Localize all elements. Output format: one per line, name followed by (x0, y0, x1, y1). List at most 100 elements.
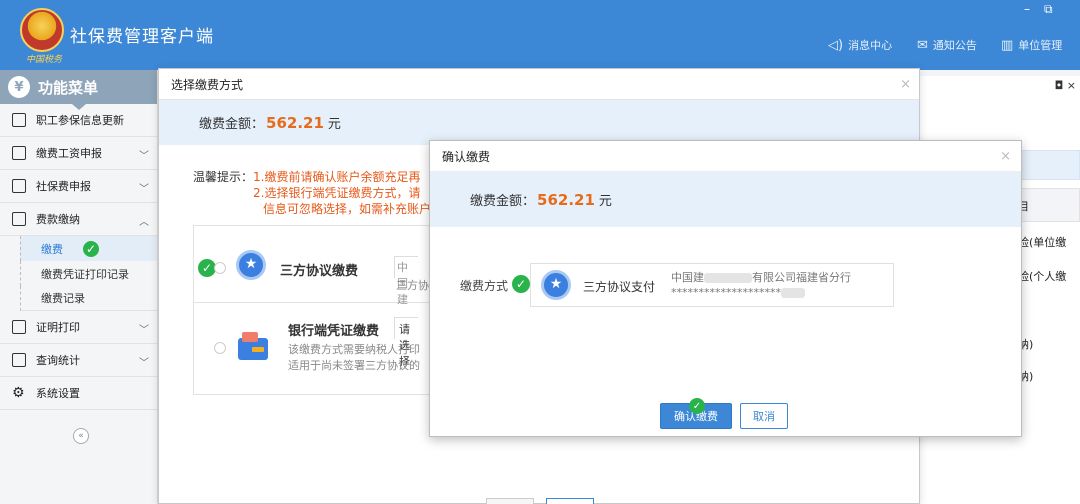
dialog-header: 选择缴费方式 × (159, 69, 919, 100)
restore-button[interactable]: ⧉ (1044, 2, 1053, 17)
table-cell: 险(个人缴 (1018, 270, 1067, 283)
list-icon (12, 113, 26, 127)
sidebar-item-label: 缴费工资申报 (36, 147, 102, 160)
sidebar-item-wage-declaration[interactable]: 缴费工资申报 ﹀ (0, 137, 157, 170)
bank-card-icon (238, 332, 268, 360)
tips-label: 温馨提示： (193, 170, 254, 184)
tip-line: 信息可忽略选择，如需补充账户 (263, 202, 432, 216)
amount-unit: 元 (598, 194, 612, 209)
subitem-label: 缴费凭证打印记录 (41, 267, 129, 281)
sidebar-item-label: 费款缴纳 (36, 213, 80, 226)
dialog-title: 选择缴费方式 (171, 77, 244, 92)
sidebar-item-certificate-print[interactable]: 证明打印 ﹀ (0, 311, 157, 344)
sidebar-item-payment[interactable]: 费款缴纳 ︿ (0, 203, 157, 236)
sidebar-item-label: 查询统计 (36, 354, 80, 367)
amount-value: 562.21 (266, 113, 324, 132)
check-icon: ✓ (83, 240, 99, 257)
confirm-payment-dialog: 确认缴费 × 缴费金额： 562.21 元 缴费方式 ✓ 三方协议支付 中国建 有… (429, 140, 1022, 437)
amount-bar: 缴费金额： 562.21 元 (430, 172, 1021, 227)
close-icon[interactable]: × (900, 77, 911, 92)
medal-icon (541, 270, 571, 300)
sidebar-item-label: 社保费申报 (36, 180, 91, 193)
subitem-label: 缴费记录 (41, 292, 85, 305)
bank-name-prefix: 中国建 (671, 271, 704, 284)
chevron-up-icon: ︿ (139, 217, 149, 228)
payment-method-card: 三方协议支付 中国建 有限公司福建省分行 ******************** (530, 263, 894, 307)
amount-unit: 元 (327, 117, 341, 132)
check-icon: ✓ (689, 398, 705, 414)
page-controls[interactable]: ◘ × (1055, 79, 1076, 92)
sidebar-subitem-pay[interactable]: 缴费 ✓ (20, 236, 157, 261)
dialog-footer-button[interactable] (546, 498, 594, 504)
redacted-text (704, 273, 752, 283)
option-name: 三方协议缴费 (280, 264, 359, 279)
amount-label: 缴费金额： (199, 117, 265, 132)
nav-label: 通知公告 (932, 39, 977, 52)
app-title: 社保费管理客户端 (70, 27, 214, 47)
save-icon (12, 212, 26, 226)
table-cell: 险(单位缴 (1018, 236, 1067, 249)
radio-selected[interactable] (214, 262, 226, 274)
edit-icon (12, 146, 26, 160)
check-icon: ✓ (512, 275, 530, 293)
nav-label: 单位管理 (1018, 39, 1063, 52)
redacted-text (781, 288, 805, 298)
speaker-icon: ◁) (828, 37, 844, 53)
bank-select[interactable]: 请选择 (394, 317, 418, 368)
tip-line: 2.选择银行端凭证缴费方式，请 (253, 186, 421, 200)
medal-icon (236, 250, 266, 280)
logo-caption: 中国税务 (26, 55, 63, 65)
sidebar-item-system-settings[interactable]: ⚙ 系统设置 (0, 377, 157, 410)
warm-tips: 温馨提示：1.缴费前请确认账户余额充足再 2.选择银行端凭证缴费方式，请 信息可… (193, 169, 431, 217)
app-header: 中国税务 社保费管理客户端 – ⧉ ◁) 消息中心 ✉ 通知公告 ▥ 单位管理 (0, 0, 1080, 70)
bank-info: 中国建 有限公司福建省分行 ******************** (671, 270, 851, 300)
subitem-label: 缴费 (41, 242, 63, 256)
mail-icon: ✉ (917, 37, 928, 53)
option-name: 银行端凭证缴费 (288, 324, 380, 339)
option-desc: 适用于尚未签署三方协议的 (288, 359, 420, 372)
chevron-down-icon: ﹀ (139, 358, 149, 369)
close-icon[interactable]: × (1000, 149, 1011, 164)
amount-label: 缴费金额： (470, 194, 536, 209)
dialog-title: 确认缴费 (442, 149, 491, 164)
nav-unit-management[interactable]: ▥ 单位管理 (1001, 37, 1062, 53)
print-icon (12, 320, 26, 334)
sidebar-item-employee-info[interactable]: 职工参保信息更新 (0, 104, 157, 137)
sidebar-item-label: 证明打印 (36, 321, 80, 334)
collapse-sidebar-button[interactable]: « (73, 428, 89, 444)
building-icon: ▥ (1001, 37, 1014, 53)
dialog-footer-button[interactable] (486, 498, 534, 504)
amount-bar: 缴费金额： 562.21 元 (159, 100, 919, 145)
method-name: 三方协议支付 (583, 280, 656, 294)
gear-icon: ⚙ (12, 385, 25, 401)
sidebar-subitem-voucher-print-records[interactable]: 缴费凭证打印记录 (20, 261, 157, 286)
nav-label: 消息中心 (848, 39, 893, 52)
dialog-header: 确认缴费 × (430, 141, 1021, 172)
sidebar-item-social-insurance-declaration[interactable]: 社保费申报 ﹀ (0, 170, 157, 203)
cancel-button[interactable]: 取消 (740, 403, 788, 429)
sidebar-header: ¥ 功能菜单 (0, 70, 157, 110)
sidebar-item-label: 职工参保信息更新 (36, 114, 124, 127)
bank-account-number: ******************** (671, 286, 781, 299)
chevron-down-icon: ﹀ (139, 151, 149, 162)
bank-account-sub: 三方协 (396, 279, 429, 292)
sidebar-subitem-payment-records[interactable]: 缴费记录 (20, 286, 157, 311)
bank-name-suffix: 有限公司福建省分行 (752, 271, 851, 284)
bank-account-field[interactable]: 中国建 (394, 256, 418, 306)
minimize-button[interactable]: – (1024, 2, 1030, 16)
tip-line: 1.缴费前请确认账户余额充足再 (253, 170, 421, 184)
sidebar-title: 功能菜单 (38, 78, 99, 97)
amount-value: 562.21 (537, 190, 595, 209)
tax-emblem-logo (20, 8, 64, 52)
option-desc: 该缴费方式需要纳税人打印 (288, 343, 420, 356)
nav-notices[interactable]: ✉ 通知公告 (917, 37, 977, 53)
sidebar-item-query-statistics[interactable]: 查询统计 ﹀ (0, 344, 157, 377)
nav-message-center[interactable]: ◁) 消息中心 (828, 37, 892, 53)
sidebar: ¥ 功能菜单 职工参保信息更新 缴费工资申报 ﹀ 社保费申报 ﹀ 费款缴纳 ︿ … (0, 70, 158, 504)
cancel-label: 取消 (753, 410, 775, 423)
yen-icon: ¥ (8, 76, 30, 98)
chevron-down-icon: ﹀ (139, 325, 149, 336)
sidebar-item-label: 系统设置 (36, 387, 80, 400)
radio-unselected[interactable] (214, 342, 226, 354)
method-label: 缴费方式 (460, 279, 509, 293)
